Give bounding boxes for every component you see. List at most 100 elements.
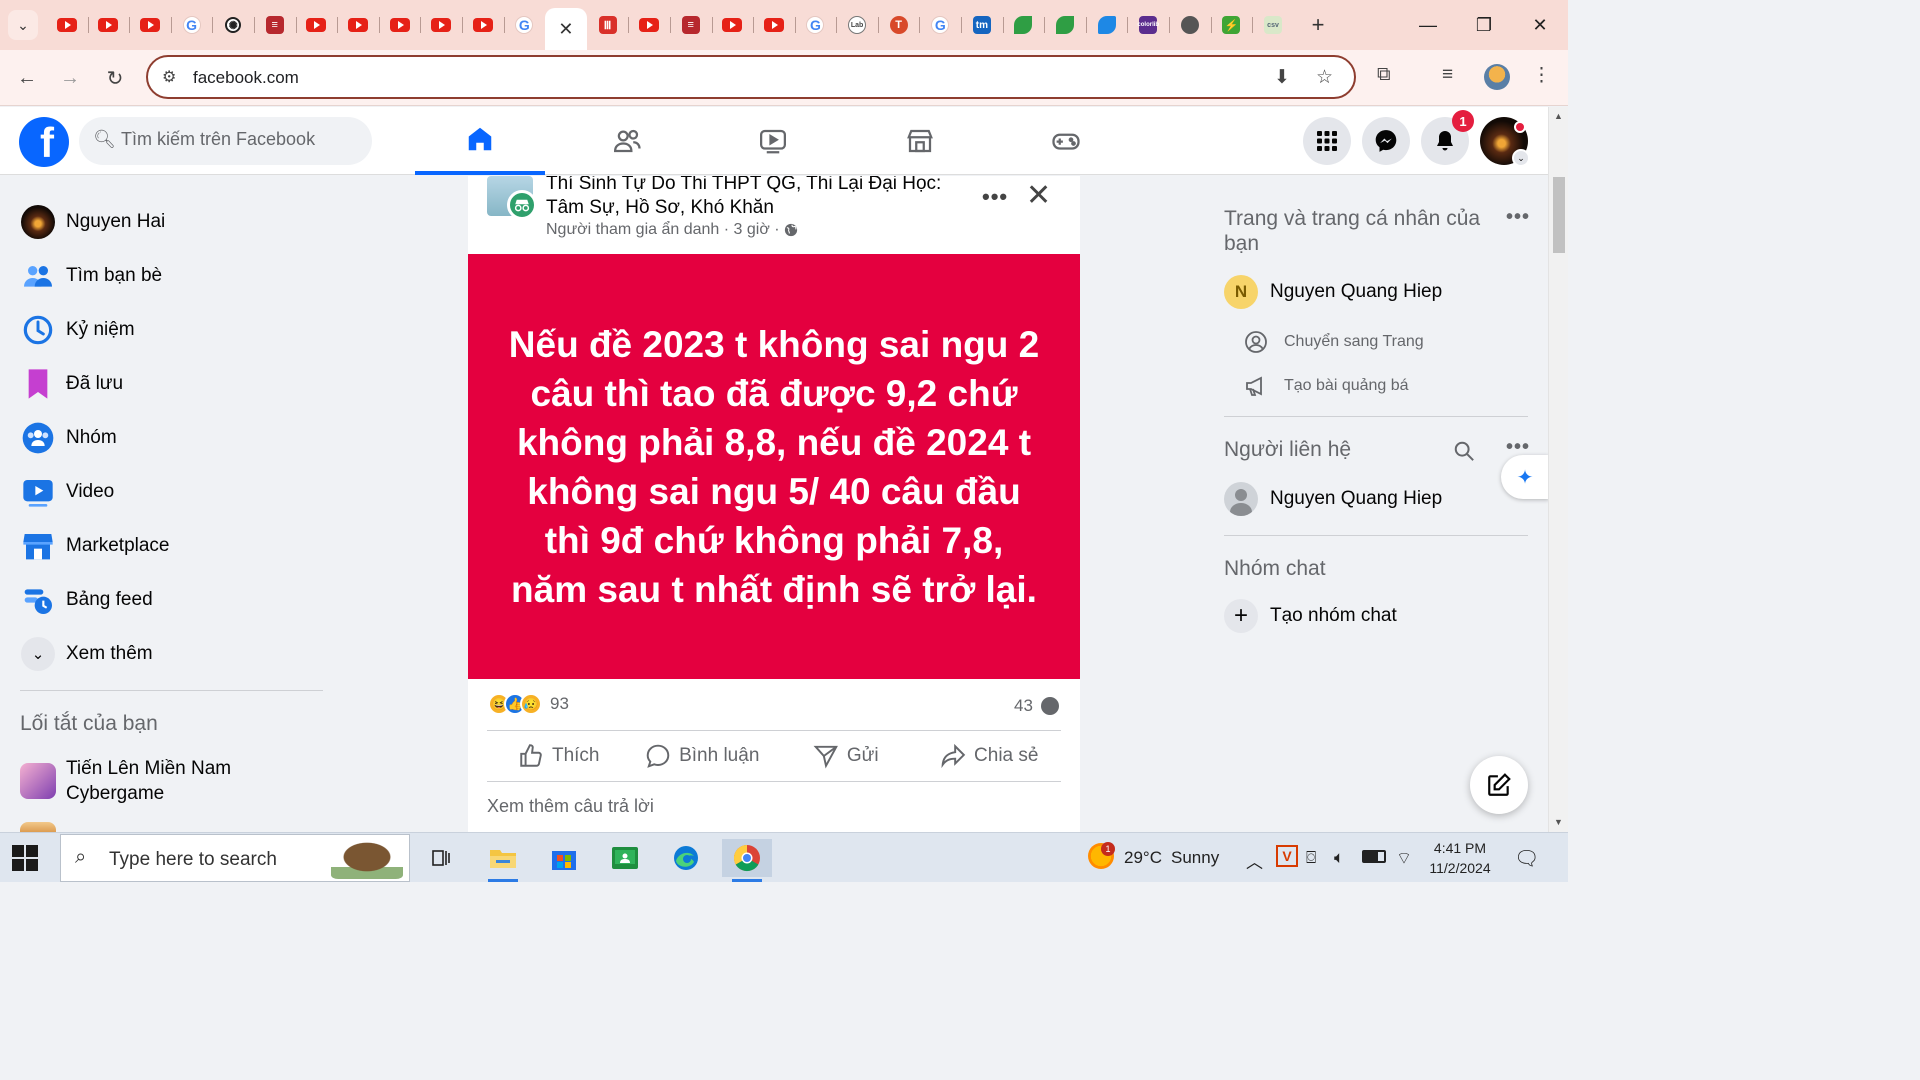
extensions-puzzle-icon[interactable]: ⧉ <box>1377 64 1391 86</box>
browser-tab[interactable]: Ⅲ <box>587 8 629 42</box>
weather-condition[interactable]: Sunny <box>1171 848 1219 868</box>
create-promotion-button[interactable]: Tạo bài quảng bá <box>1224 374 1409 398</box>
sidebar-item-marketplace[interactable]: Marketplace <box>8 520 328 572</box>
scroll-up-icon[interactable]: ▲ <box>1554 111 1563 121</box>
taskbar-search[interactable]: ⌕ Type here to search <box>60 834 410 882</box>
chrome-menu-kebab-icon[interactable]: ⋮ <box>1532 64 1551 87</box>
browser-tab[interactable]: ✺ <box>212 8 254 42</box>
browser-profile-avatar[interactable] <box>1484 64 1510 90</box>
account-avatar[interactable]: ⌄ <box>1480 117 1530 167</box>
ai-sparkle-icon[interactable]: ✦ <box>1501 455 1549 499</box>
restore-window-icon[interactable]: ❐ <box>1456 0 1512 50</box>
browser-tab[interactable] <box>87 8 130 42</box>
facebook-logo-icon[interactable]: f <box>19 117 69 167</box>
facebook-search-input[interactable] <box>121 129 361 150</box>
browser-tab[interactable]: Lab <box>836 8 878 42</box>
tab-marketplace[interactable] <box>855 107 985 175</box>
sidebar-item-saved[interactable]: Đã lưu <box>8 358 328 410</box>
browser-tab[interactable] <box>1002 8 1045 42</box>
close-tab-icon[interactable]: ✕ <box>557 19 575 39</box>
post-options-icon[interactable]: ••• <box>982 184 1008 210</box>
battery-icon[interactable] <box>1362 850 1386 863</box>
browser-tab[interactable]: G <box>919 8 961 42</box>
media-control-icon[interactable]: ≡ <box>1442 64 1453 86</box>
shortcut-item[interactable]: Tiến Lên Miền Nam Cybergame <box>8 754 328 808</box>
tab-gaming[interactable] <box>1001 107 1131 175</box>
show-hidden-icons-chevron-icon[interactable]: ︿ <box>1246 848 1263 873</box>
close-icon[interactable]: ✕ <box>1026 178 1051 213</box>
scrollbar-thumb[interactable] <box>1553 177 1565 253</box>
share-button[interactable]: Chia sẻ <box>918 731 1062 781</box>
send-button[interactable]: Gửi <box>774 731 918 781</box>
browser-tab[interactable] <box>420 8 462 42</box>
messenger-button[interactable] <box>1362 117 1410 165</box>
pages-options-icon[interactable]: ••• <box>1506 206 1530 229</box>
browser-tab[interactable] <box>129 8 171 42</box>
notification-center-icon[interactable]: 🗨︎ <box>1514 846 1539 871</box>
browser-tab[interactable]: G <box>170 8 213 42</box>
browser-tab[interactable] <box>295 8 338 42</box>
menu-grid-button[interactable] <box>1303 117 1351 165</box>
new-message-button[interactable] <box>1470 756 1528 814</box>
task-view-icon[interactable] <box>416 839 466 877</box>
browser-tab[interactable] <box>753 8 795 42</box>
browser-tab[interactable] <box>1044 8 1086 42</box>
browser-tab[interactable]: ≡ <box>253 8 296 42</box>
sidebar-item-groups[interactable]: Nhóm <box>8 412 328 464</box>
weather-temperature[interactable]: 29°C <box>1124 848 1162 868</box>
browser-tab[interactable]: ≡ <box>669 8 712 42</box>
browser-tab[interactable] <box>628 8 670 42</box>
post-author[interactable]: Người tham gia ẩn danh <box>546 221 719 239</box>
address-bar[interactable]: ⚙ facebook.com ⬇ ☆ <box>146 55 1356 99</box>
speaker-volume-icon[interactable]: 🔈︎ <box>1334 848 1344 868</box>
tab-search-chevron-icon[interactable]: ⌄ <box>8 10 38 40</box>
browser-tab[interactable] <box>46 8 88 42</box>
browser-tab[interactable] <box>1169 8 1211 42</box>
site-settings-icon[interactable]: ⚙ <box>162 67 176 87</box>
tab-home[interactable] <box>415 107 545 175</box>
browser-tab[interactable]: ✕ <box>545 8 587 50</box>
switch-to-page-button[interactable]: Chuyển sang Trang <box>1224 330 1424 354</box>
file-explorer-icon[interactable] <box>478 839 528 882</box>
browser-tab[interactable]: ⚡ <box>1210 8 1253 42</box>
microsoft-store-icon[interactable] <box>539 839 589 877</box>
chrome-browser-icon[interactable] <box>722 839 772 882</box>
reaction-summary[interactable]: 😆 👍 😥 93 <box>488 693 569 715</box>
contact-item[interactable]: Nguyen Quang Hiep <box>1224 482 1442 516</box>
tab-watch[interactable] <box>708 107 838 175</box>
facebook-search[interactable]: 🔍︎ <box>79 117 372 165</box>
see-more-replies-link[interactable]: Xem thêm câu trả lời <box>487 796 654 817</box>
new-tab-plus-icon[interactable]: + <box>1305 12 1331 38</box>
sidebar-item-see-more[interactable]: ⌄ Xem thêm <box>8 628 328 680</box>
browser-tab[interactable]: tm <box>961 8 1003 42</box>
scroll-down-icon[interactable]: ▼ <box>1554 817 1563 827</box>
page-item[interactable]: N Nguyen Quang Hiep <box>1224 275 1442 309</box>
sidebar-item-memories[interactable]: Kỷ niệm <box>8 304 328 356</box>
browser-tab[interactable] <box>1085 8 1128 42</box>
page-scrollbar[interactable]: ▲ ▼ <box>1548 107 1568 832</box>
close-window-icon[interactable]: ✕ <box>1512 0 1568 50</box>
post-time[interactable]: 3 giờ <box>734 221 770 239</box>
browser-tab[interactable] <box>337 8 379 42</box>
browser-tab[interactable] <box>461 8 504 42</box>
browser-tab[interactable] <box>711 8 754 42</box>
bookmark-star-icon[interactable]: ☆ <box>1316 66 1333 89</box>
minimize-icon[interactable]: — <box>1400 0 1456 50</box>
edge-browser-icon[interactable] <box>661 839 711 877</box>
vpn-shield-icon[interactable]: V <box>1276 845 1298 867</box>
group-avatar[interactable] <box>487 176 537 220</box>
browser-tab[interactable]: csv <box>1252 8 1294 42</box>
browser-tab[interactable]: T <box>877 8 920 42</box>
url-text[interactable]: facebook.com <box>193 68 299 88</box>
browser-tab[interactable]: G <box>503 8 546 42</box>
meet-now-icon[interactable]: ⌼ <box>1306 848 1316 868</box>
system-clock[interactable]: 4:41 PM 11/2/2024 <box>1422 838 1498 878</box>
comment-button[interactable]: Bình luận <box>631 731 775 781</box>
search-contacts-icon[interactable] <box>1453 440 1475 467</box>
forward-arrow-icon[interactable]: → <box>54 62 86 94</box>
wifi-icon[interactable]: ⌔ <box>1396 848 1412 869</box>
reload-icon[interactable]: ↻ <box>99 62 131 94</box>
post-group-name[interactable]: Thí Sinh Tự Do Thi THPT QG, Thi Lại Đại … <box>546 176 966 220</box>
browser-tab[interactable]: G <box>794 8 837 42</box>
like-button[interactable]: Thích <box>487 731 631 781</box>
